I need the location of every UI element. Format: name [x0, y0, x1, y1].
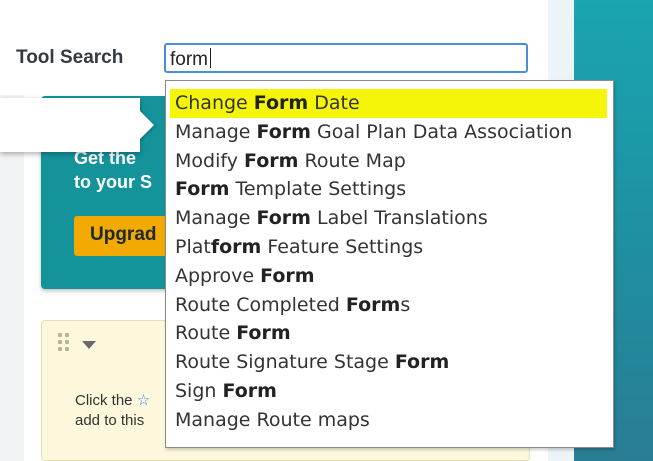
suggestion-match: Form — [260, 264, 315, 287]
chevron-down-icon[interactable] — [82, 341, 96, 349]
suggestion-match: Form — [244, 149, 299, 172]
suggestion-text: Change — [175, 92, 254, 114]
suggestion-match: Form — [222, 379, 277, 402]
suggestion-text: Approve — [175, 264, 261, 287]
suggestion-item[interactable]: Manage Route maps — [166, 406, 613, 435]
tool-search-input[interactable]: form — [164, 43, 528, 73]
suggestion-text: Route Map — [298, 149, 406, 172]
suggestion-text: s — [400, 293, 411, 316]
suggestion-match: Form — [256, 207, 311, 230]
suggestion-match: Form — [256, 120, 311, 143]
tile-text-line1: Click the — [75, 392, 133, 409]
search-suggestions-dropdown: Change Form Date Manage Form Goal Plan Da… — [165, 80, 614, 448]
suggestion-item[interactable]: Route Completed Forms — [166, 291, 613, 320]
tool-search-value: form — [170, 49, 208, 70]
suggestion-item[interactable]: Modify Form Route Map — [166, 147, 613, 176]
suggestion-text: Manage Route maps — [175, 408, 370, 431]
tile-text-line2: add to this — [75, 412, 145, 429]
suggestion-text: Label Translations — [310, 207, 488, 230]
tool-search-label: Tool Search — [16, 47, 124, 68]
suggestion-item[interactable]: Platform Feature Settings — [166, 233, 613, 262]
suggestion-item[interactable]: Route Form — [166, 319, 613, 348]
suggestion-text: Sign — [175, 379, 223, 402]
suggestion-text: Date — [308, 92, 360, 114]
suggestion-item[interactable]: Route Signature Stage Form — [166, 348, 613, 377]
drag-handle-icon[interactable] — [58, 333, 72, 355]
suggestion-match: Form — [236, 322, 291, 345]
callout-tooltip — [0, 98, 140, 152]
suggestion-match: Form — [253, 92, 309, 114]
suggestion-item[interactable]: Manage Form Label Translations — [166, 204, 613, 233]
suggestion-item[interactable]: Sign Form — [166, 377, 613, 406]
suggestion-text: Route — [175, 322, 237, 345]
suggestion-text: Route Signature Stage — [175, 351, 395, 374]
suggestion-item[interactable]: Change Form Date — [170, 89, 607, 118]
suggestion-item[interactable]: Approve Form — [166, 262, 613, 291]
text-caret — [210, 48, 211, 68]
suggestion-match: form — [210, 235, 262, 258]
suggestion-match: Form — [394, 351, 450, 374]
suggestion-match: Form — [175, 178, 230, 201]
suggestion-text: Template Settings — [229, 178, 407, 201]
suggestion-match: Form — [345, 293, 401, 316]
star-icon: ☆ — [136, 392, 151, 409]
suggestion-item[interactable]: Form Template Settings — [166, 175, 613, 204]
callout-arrow — [138, 109, 154, 141]
suggestion-text: Feature Settings — [261, 235, 424, 258]
suggestion-text: Manage — [175, 207, 257, 230]
suggestion-text: Route Completed — [175, 293, 346, 316]
suggestion-text: Goal Plan Data Association — [310, 120, 573, 143]
suggestion-item[interactable]: Manage Form Goal Plan Data Association — [166, 118, 613, 147]
tile-instructions: Click the ☆ add to this — [75, 391, 150, 431]
suggestion-text: Plat — [175, 235, 211, 258]
suggestion-text: Manage — [175, 120, 257, 143]
suggestion-text: Modify — [175, 149, 244, 172]
